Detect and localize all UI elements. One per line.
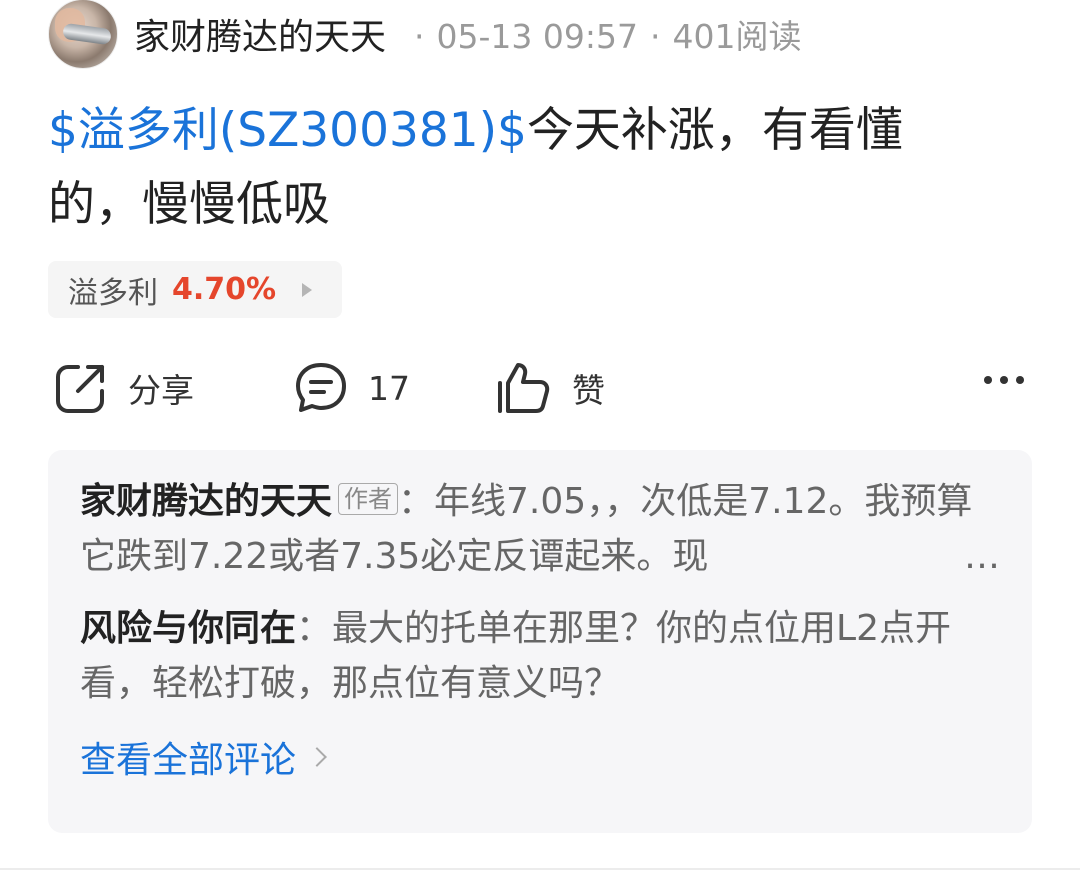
play-arrow-icon xyxy=(302,282,313,297)
comments-preview[interactable]: 家财腾达的天天 作者 ：年线7.05，，次低是7.12。我预算它跌到7.22或者7.… xyxy=(48,450,1032,833)
comment-button[interactable]: 17 xyxy=(294,350,410,426)
share-icon xyxy=(54,361,108,415)
thumbs-up-icon xyxy=(494,361,552,415)
like-button[interactable]: 赞 xyxy=(494,350,605,426)
comment-separator: ： xyxy=(398,481,435,522)
post-page: 家财腾达的天天 · 05-13 09:57 · 401阅读 $溢多利(SZ300381… xyxy=(0,0,1080,874)
comment-separator: ： xyxy=(296,608,333,649)
comment-author[interactable]: 风险与你同在 xyxy=(80,608,296,649)
post-content: $溢多利(SZ300381)$今天补涨，有看懂的，慢慢低吸 xyxy=(48,94,988,242)
meta-separator: · xyxy=(414,17,425,56)
more-icon[interactable] xyxy=(984,376,1024,384)
view-all-label: 查看全部评论 xyxy=(80,740,297,781)
stock-tag-link[interactable]: $溢多利(SZ300381)$ xyxy=(48,103,527,158)
comment-item[interactable]: 风险与你同在：最大的托单在那里？你的点位用L2点开看，轻松打破，那点位有意义吗？ xyxy=(80,601,1000,711)
post-date: 05-13 09:57 xyxy=(436,17,638,56)
comment-item[interactable]: 家财腾达的天天 作者 ：年线7.05，，次低是7.12。我预算它跌到7.22或者7.… xyxy=(80,474,1000,584)
author-badge: 作者 xyxy=(338,483,399,515)
share-label: 分享 xyxy=(128,371,194,410)
comment-count: 17 xyxy=(368,368,410,408)
divider xyxy=(0,868,1080,870)
view-all-comments-link[interactable]: 查看全部评论 xyxy=(80,731,1000,783)
like-label: 赞 xyxy=(572,371,605,410)
view-count: 401阅读 xyxy=(672,17,802,56)
ellipsis: … xyxy=(944,529,1000,584)
chevron-right-icon xyxy=(307,747,327,767)
comment-author[interactable]: 家财腾达的天天 xyxy=(80,481,332,522)
author-name[interactable]: 家财腾达的天天 xyxy=(134,8,386,60)
stock-name: 溢多利 xyxy=(68,275,158,311)
share-button[interactable]: 分享 xyxy=(54,350,194,426)
stock-chip[interactable]: 溢多利 4.70% xyxy=(48,261,342,318)
post-meta: · 05-13 09:57 · 401阅读 xyxy=(402,10,801,58)
avatar[interactable] xyxy=(48,0,118,69)
stock-change: 4.70% xyxy=(172,272,277,307)
comment-icon xyxy=(294,361,348,415)
meta-separator: · xyxy=(650,17,661,56)
action-bar: 分享 17 赞 xyxy=(0,350,1080,426)
post-header: 家财腾达的天天 · 05-13 09:57 · 401阅读 xyxy=(48,0,802,69)
